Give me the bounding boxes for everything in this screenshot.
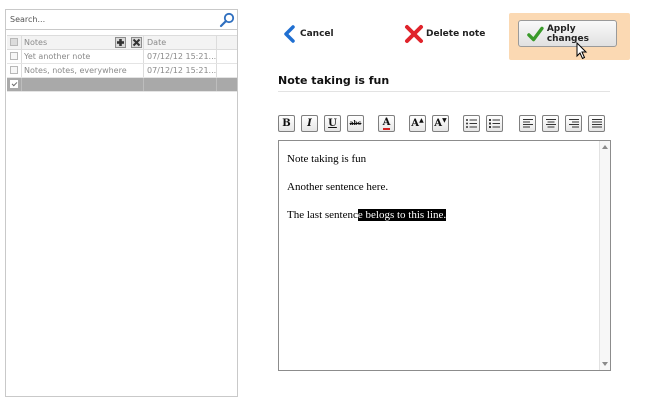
note-date-cell: 07/12/12 15:21... [147,50,217,63]
underline-button[interactable]: U [324,115,341,132]
notes-column-header[interactable]: Notes [22,36,144,49]
editor-content[interactable]: Note taking is fun Another sentence here… [287,153,447,237]
font-color-button[interactable]: A [378,115,395,132]
editor-paragraph: The last sentence belogs to this line. [287,209,447,222]
apply-label: Apply changes [546,23,589,44]
numbered-list-icon [489,119,500,128]
note-date-cell: 07/12/12 15:21... [147,64,217,77]
row-checkbox-cell [7,78,22,91]
font-grow-button[interactable]: A ▲ [409,115,426,132]
bullet-list-icon [466,119,477,128]
add-note-icon[interactable] [115,37,126,48]
search-box [6,10,237,30]
notes-list-panel: Notes Date Yet another [5,9,238,397]
cancel-label: Cancel [300,29,334,39]
title-divider [278,91,610,92]
header-spacer [218,36,237,49]
editor-paragraph: Note taking is fun [287,153,367,165]
note-title-cell: Yet another note [22,50,144,63]
row-checkbox[interactable] [10,52,18,60]
note-body-editor[interactable]: Note taking is fun Another sentence here… [278,140,611,371]
remove-note-icon[interactable] [131,37,142,48]
strikethrough-button[interactable]: abc [347,115,364,132]
italic-button[interactable]: I [301,115,318,132]
bold-label: B [282,118,291,129]
justify-button[interactable] [588,115,605,132]
align-left-icon [522,119,533,128]
notes-grid: Notes Date Yet another note 07/12/12 15:… [7,35,237,92]
search-icon[interactable] [219,12,235,28]
align-right-button[interactable] [565,115,582,132]
table-row-selected[interactable] [7,78,237,92]
delete-x-icon [405,25,423,43]
italic-label: I [307,118,312,129]
font-shrink-button[interactable]: A ▼ [432,115,449,132]
note-title-cell: Notes, notes, everywhere [22,64,144,77]
delete-label: Delete note [426,29,486,39]
apply-changes-button[interactable]: Apply changes [518,20,617,47]
row-checkbox-cell [7,64,22,77]
strikethrough-label: abc [349,120,362,127]
grid-header: Notes Date [7,35,237,50]
bold-button[interactable]: B [278,115,295,132]
editor-paragraph: Another sentence here. [287,181,389,193]
font-shrink-label: A [434,118,443,129]
scroll-up-arrow-icon[interactable] [602,145,608,149]
bullet-list-button[interactable] [463,115,480,132]
note-date-cell [145,78,217,91]
row-spacer [218,50,237,63]
font-grow-label: A [411,118,420,129]
numbered-list-button[interactable] [486,115,503,132]
row-checkbox-cell [7,50,22,63]
align-center-icon [545,119,556,128]
header-checkbox-cell [7,36,22,49]
notes-header-label: Notes [24,38,48,47]
table-row[interactable]: Yet another note 07/12/12 15:21... [7,50,237,64]
cancel-button[interactable]: Cancel [282,25,334,43]
apply-button-highlight: Apply changes [509,13,630,60]
select-all-checkbox[interactable] [10,38,18,46]
date-column-header[interactable]: Date [145,36,217,49]
align-left-button[interactable] [519,115,536,132]
back-arrow-icon [284,25,295,43]
note-title-cell [22,78,144,91]
editor-text-selection: e belogs to this line. [357,209,447,221]
mouse-cursor-icon [576,42,588,60]
date-header-label: Date [147,38,167,47]
grow-arrow-icon: ▲ [419,117,424,124]
shrink-arrow-icon: ▼ [442,117,447,124]
row-spacer [218,64,237,77]
row-checkbox-checked[interactable] [10,80,18,88]
delete-note-button[interactable]: Delete note [404,24,485,44]
row-checkbox[interactable] [10,66,18,74]
table-row[interactable]: Notes, notes, everywhere 07/12/12 15:21.… [7,64,237,78]
justify-icon [591,119,602,128]
font-color-label: A [382,116,391,130]
row-spacer [218,78,237,91]
note-title[interactable]: Note taking is fun [278,74,389,87]
editor-scrollbar[interactable] [599,141,610,370]
align-right-icon [568,119,579,128]
editor-text-plain: The last sentenc [287,209,358,221]
search-input[interactable] [8,12,217,27]
underline-label: U [328,118,337,129]
checkmark-icon [527,26,544,41]
scroll-down-arrow-icon[interactable] [602,362,608,366]
align-center-button[interactable] [542,115,559,132]
